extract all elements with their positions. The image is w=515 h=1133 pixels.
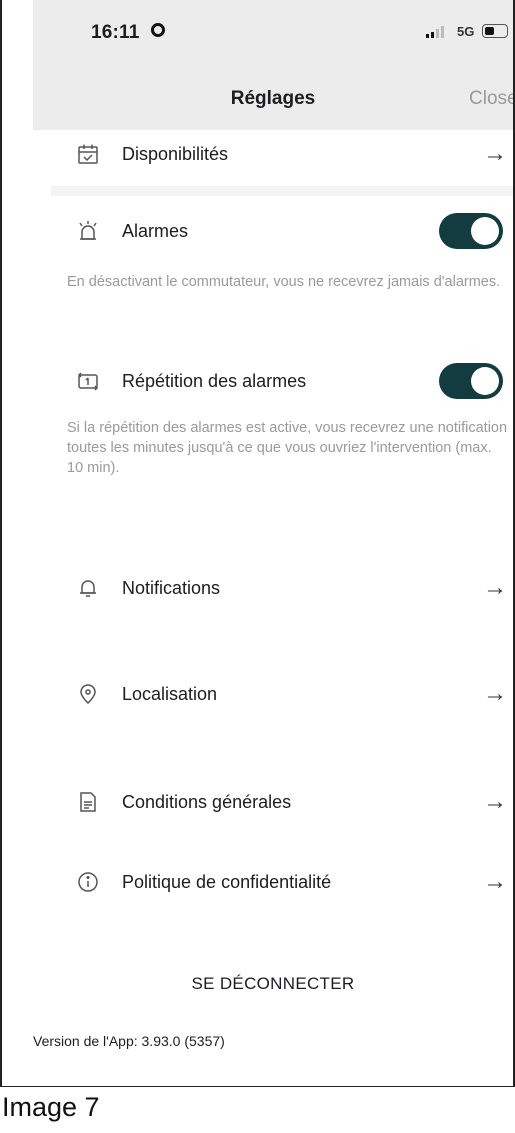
location-card: Localisation →	[51, 646, 513, 742]
alarm-repeat-description: Si la répétition des alarmes est active,…	[67, 420, 508, 476]
app-version: Version de l'App: 3.93.0 (5357)	[33, 1033, 225, 1049]
notifications-card: Notifications →	[51, 540, 513, 636]
alarm-repeat-label: Répétition des alarmes	[122, 370, 307, 391]
alarm-bell-icon	[77, 220, 99, 242]
legal-card: Conditions générales → Politique de conf…	[51, 752, 513, 932]
image-caption: Image 7	[2, 1092, 100, 1122]
privacy-label: Politique de confidentialité	[122, 871, 332, 892]
alarms-row: Alarmes	[51, 211, 513, 251]
network-type: 5G	[457, 24, 475, 39]
terms-row[interactable]: Conditions générales →	[51, 782, 513, 822]
availability-label: Disponibilités	[122, 143, 229, 164]
location-label: Localisation	[122, 683, 218, 704]
battery-icon	[482, 24, 508, 38]
availability-row[interactable]: Disponibilités →	[51, 134, 513, 174]
location-row[interactable]: Localisation →	[51, 674, 513, 714]
notifications-label: Notifications	[122, 577, 221, 598]
alarms-toggle[interactable]	[439, 213, 503, 249]
alarms-card: Alarmes En désactivant le commutateur, v…	[51, 196, 513, 530]
privacy-row[interactable]: Politique de confidentialité →	[51, 862, 513, 902]
location-pin-icon	[77, 683, 99, 705]
arrow-right-icon: →	[483, 680, 507, 707]
arrow-right-icon: →	[483, 574, 507, 601]
status-time: 16:11	[91, 22, 140, 43]
repeat-alarm-icon	[77, 370, 99, 392]
alarms-label: Alarmes	[122, 220, 189, 241]
arrow-right-icon: →	[483, 868, 507, 895]
signal-strength-icon	[426, 26, 444, 38]
frame-border-left	[0, 0, 2, 1086]
bell-icon	[77, 577, 99, 599]
status-bar: 16:11 5G	[33, 0, 513, 70]
close-button[interactable]: Close	[469, 88, 513, 110]
frame-border-bottom	[0, 1086, 515, 1087]
alarm-repeat-toggle[interactable]	[439, 363, 503, 399]
notifications-row[interactable]: Notifications →	[51, 568, 513, 608]
page-title: Réglages	[230, 88, 316, 109]
nav-bar: Réglages Close	[33, 70, 513, 130]
arrow-right-icon: →	[483, 788, 507, 815]
document-icon	[77, 791, 99, 813]
phone-screen: Disponibilités → Alarmes En désactivant …	[33, 0, 513, 1086]
info-icon	[77, 871, 99, 893]
logout-button[interactable]: SE DÉCONNECTER	[33, 974, 513, 994]
section-separator	[51, 186, 513, 196]
focus-mode-icon	[151, 23, 165, 37]
terms-label: Conditions générales	[122, 791, 292, 812]
calendar-check-icon	[77, 143, 99, 165]
availability-card: Disponibilités →	[51, 130, 513, 186]
arrow-right-icon: →	[483, 140, 507, 167]
alarm-repeat-row: Répétition des alarmes	[51, 361, 513, 401]
alarms-description: En désactivant le commutateur, vous ne r…	[67, 274, 501, 290]
